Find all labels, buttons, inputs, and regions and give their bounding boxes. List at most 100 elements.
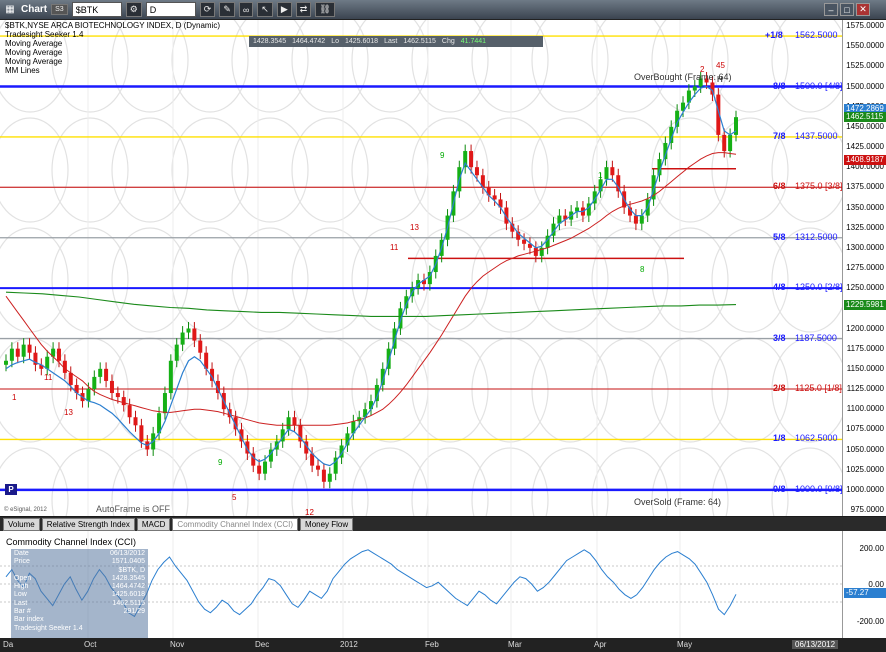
candle-body xyxy=(316,465,321,470)
data-window-key: Price xyxy=(14,558,30,566)
candle-body xyxy=(610,167,615,176)
data-window-key: Bar index xyxy=(14,616,44,624)
seeker-count: 11 xyxy=(390,243,399,252)
data-window-key: Open xyxy=(14,574,32,582)
candle-body xyxy=(56,348,61,361)
tab-volume[interactable]: Volume xyxy=(3,518,40,531)
tab-macd[interactable]: MACD xyxy=(136,518,171,531)
gann-circle xyxy=(771,447,842,516)
price-axis[interactable]: 1575.00001550.00001525.00001500.00001475… xyxy=(842,20,886,516)
gann-circle xyxy=(711,227,789,333)
mm-level-price: 1562.5000 xyxy=(795,30,838,41)
price-tick: 1250.0000 xyxy=(846,283,884,293)
data-window-value: 1571.0405 xyxy=(111,558,145,566)
chart-window-icon: ▦ xyxy=(5,4,15,15)
price-tick: 1525.0000 xyxy=(846,61,884,71)
gann-circle xyxy=(51,227,129,333)
candle-body xyxy=(68,372,73,385)
candle-body xyxy=(639,215,644,224)
cci-tick: -200.00 xyxy=(856,617,884,626)
date-label: May xyxy=(677,640,693,649)
candle-body xyxy=(286,417,291,430)
data-window-key: Bar # xyxy=(14,608,31,616)
seeker-count: 8 xyxy=(640,265,645,274)
candle-body xyxy=(162,393,167,414)
price-tick: 1125.0000 xyxy=(846,384,884,393)
candle-body xyxy=(633,215,638,224)
refresh-icon[interactable]: ⟳ xyxy=(199,2,216,17)
symbol-input[interactable]: $BTK xyxy=(71,2,122,17)
mm-level-price: 1125.0 [1/8] xyxy=(795,383,842,393)
data-window-row: Tradesight Seeker 1.4 xyxy=(14,625,145,633)
candle-body xyxy=(522,239,527,244)
gann-circle xyxy=(651,337,729,443)
legend-line: Moving Average xyxy=(5,48,63,57)
mm-level-label: 1/8 xyxy=(773,433,786,444)
mm-level-price: 1375.0 [3/8] xyxy=(795,181,843,192)
price-tick: 1425.0000 xyxy=(846,142,884,151)
legend-line: Moving Average xyxy=(5,57,63,66)
minimize-button[interactable]: ‒ xyxy=(824,3,838,16)
gann-circle xyxy=(591,227,669,333)
legend-line: Moving Average xyxy=(5,39,63,48)
tab-cci[interactable]: Commodity Channel Index (CCI) xyxy=(172,518,299,531)
price-badge: 1229.5981 xyxy=(844,299,886,310)
candle-body xyxy=(104,368,109,381)
gann-circle xyxy=(291,337,369,443)
candle-body xyxy=(115,393,120,398)
candle-body xyxy=(27,344,32,353)
date-label: 2012 xyxy=(340,640,358,649)
price-tick: 1375.0000 xyxy=(846,182,884,192)
gann-circle xyxy=(591,337,669,443)
gann-circle xyxy=(471,227,549,333)
data-window-key: Date xyxy=(14,550,29,557)
gann-circle xyxy=(111,117,189,223)
date-prefix: Da xyxy=(3,640,14,649)
copyright-label: © eSignal, 2012 xyxy=(4,507,47,513)
chart-titlebar: ▦ Chart S3 $BTK ⚙ D ⟳ ✎ ∞ ↖ ▶ ⇄ ⛓ ‒ □ ✕ xyxy=(0,0,886,20)
tab-rsi[interactable]: Relative Strength Index xyxy=(41,518,135,531)
price-chart-canvas[interactable]: 11113951211139182 45H xyxy=(0,20,842,516)
chain-icon[interactable]: ⛓ xyxy=(315,2,335,17)
settings-icon[interactable]: ⚙ xyxy=(125,2,142,17)
candle-body xyxy=(492,195,497,200)
seeker-count: 11 xyxy=(44,373,53,382)
candle-body xyxy=(168,360,173,394)
data-window-value: 291/29 xyxy=(123,608,145,616)
data-window-value: 1428.3545 xyxy=(111,574,145,582)
study-legend: $BTK,NYSE ARCA BIOTECHNOLOGY INDEX, D (D… xyxy=(5,21,220,75)
data-window-row: Bar # 291/29 xyxy=(14,608,145,616)
play-icon[interactable]: ▶ xyxy=(276,2,292,17)
mm-level-price: 1500.0 [4/8] xyxy=(795,80,843,91)
price-tick: 1075.0000 xyxy=(846,424,884,434)
link-icon[interactable]: ∞ xyxy=(238,2,254,17)
gann-circle xyxy=(0,117,69,223)
shuffle-icon[interactable]: ⇄ xyxy=(295,2,312,17)
cci-axis: 200.00 0.00 -57.27 -200.00 xyxy=(842,531,886,638)
gann-circle xyxy=(0,447,69,516)
candle-body xyxy=(139,425,144,442)
close-button[interactable]: ✕ xyxy=(856,3,870,16)
mm-level-label: 5/8 xyxy=(773,231,786,242)
candle-body xyxy=(469,151,474,168)
gann-circle xyxy=(291,227,369,333)
interval-input[interactable]: D xyxy=(145,2,196,17)
cursor-icon[interactable]: ↖ xyxy=(257,2,273,17)
data-window-value: 1425.6018 xyxy=(111,591,145,599)
data-window-key: Tradesight Seeker 1.4 xyxy=(14,624,83,632)
maximize-button[interactable]: □ xyxy=(840,3,854,16)
gann-circles xyxy=(0,20,842,516)
candle-body xyxy=(127,405,132,418)
pencil-icon[interactable]: ✎ xyxy=(219,2,235,17)
seeker-count: 13 xyxy=(64,408,73,417)
legend-line: Tradesight Seeker 1.4 xyxy=(5,30,84,39)
candle-body xyxy=(321,469,326,482)
tab-money-flow[interactable]: Money Flow xyxy=(300,518,354,531)
date-label: Oct xyxy=(84,640,97,649)
price-tick: 1550.0000 xyxy=(846,41,884,51)
price-chart[interactable]: 1 11 13 9 5 12 11 13 9 1 8 2 45 H xyxy=(0,20,842,516)
mm-level-price: 1250.0 [2/8] xyxy=(795,282,843,293)
p-marker-icon[interactable]: P xyxy=(5,484,17,495)
page-badge[interactable]: S3 xyxy=(51,4,68,15)
seeker-count: 5 xyxy=(232,493,237,502)
